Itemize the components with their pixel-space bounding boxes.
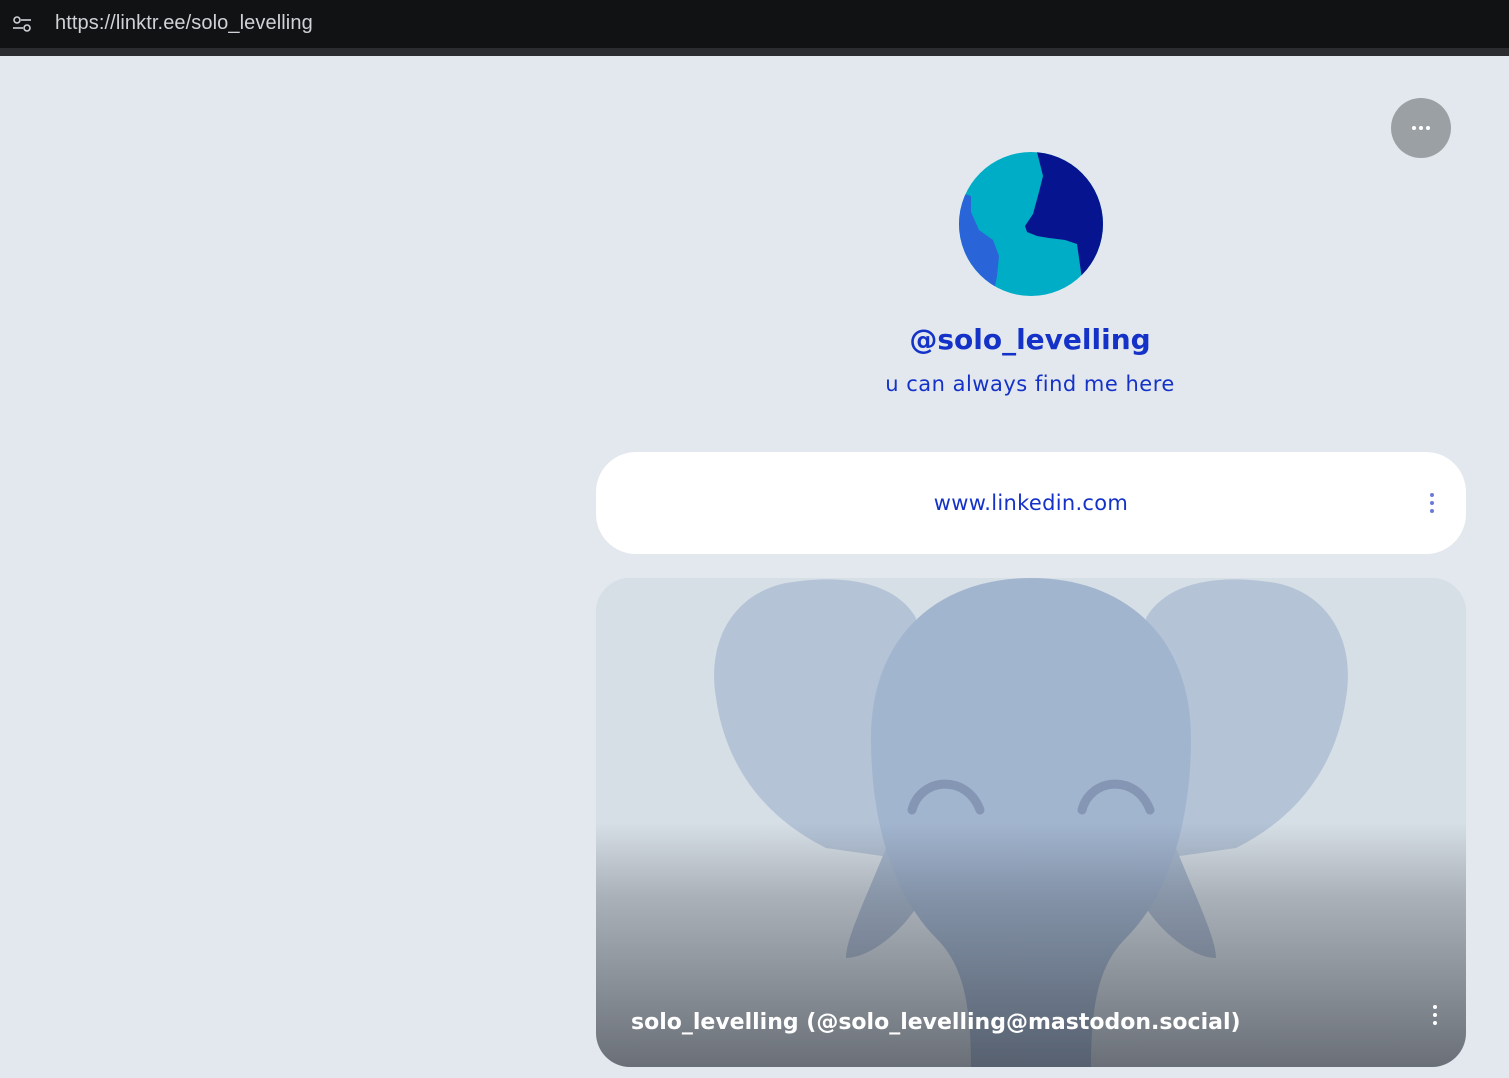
mastodon-card[interactable]: solo_levelling (@solo_levelling@mastodon… bbox=[596, 578, 1466, 1067]
ellipsis-icon bbox=[1412, 126, 1430, 130]
link-button-linkedin[interactable]: www.linkedin.com bbox=[596, 452, 1466, 554]
profile-bio: u can always find me here bbox=[885, 372, 1175, 396]
kebab-menu-icon[interactable] bbox=[1427, 493, 1437, 513]
browser-edge bbox=[0, 48, 1509, 56]
mastodon-card-title: solo_levelling (@solo_levelling@mastodon… bbox=[631, 1010, 1241, 1035]
url-text[interactable]: https://linktr.ee/solo_levelling bbox=[55, 12, 313, 35]
browser-address-bar: https://linktr.ee/solo_levelling bbox=[0, 0, 1509, 48]
more-options-button[interactable] bbox=[1391, 98, 1451, 158]
avatar bbox=[959, 152, 1103, 296]
kebab-menu-icon[interactable] bbox=[1430, 1005, 1440, 1025]
image-shade bbox=[596, 578, 1466, 1067]
link-label: www.linkedin.com bbox=[933, 491, 1129, 515]
profile-name: @solo_levelling bbox=[909, 323, 1151, 356]
tune-icon[interactable] bbox=[12, 14, 32, 34]
